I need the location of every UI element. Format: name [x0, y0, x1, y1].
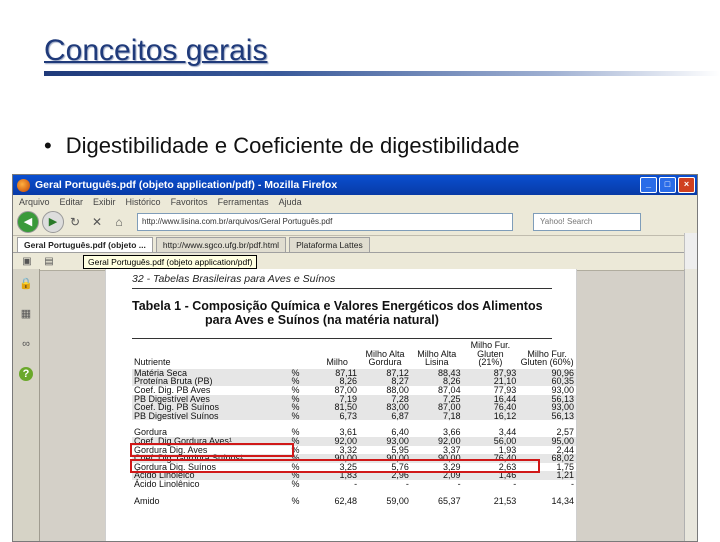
menu-item-editar[interactable]: Editar: [60, 197, 84, 207]
back-arrow-icon[interactable]: ◀: [17, 211, 39, 233]
row-unit: %: [291, 495, 300, 506]
help-icon[interactable]: ?: [19, 367, 33, 381]
table-header-rule: [132, 338, 552, 339]
menu-bar: Arquivo Editar Exibir Histórico Favorito…: [13, 195, 697, 209]
table-cell: 14,34: [551, 495, 574, 506]
page-header-rule: [132, 288, 552, 289]
slide-title: Conceitos gerais: [44, 34, 268, 67]
table-cell: 62,48: [334, 495, 358, 506]
table-row: Ácido Linolênico% - - - - -: [132, 480, 576, 489]
table-cell: 7,18: [410, 411, 463, 421]
lock-icon[interactable]: 🔒: [19, 277, 33, 291]
browser-window: Geral Português.pdf (objeto application/…: [12, 174, 698, 542]
title-rule: [44, 71, 720, 76]
row-label: PB Digestível Suínos: [132, 411, 276, 421]
table-cell: 6,87: [359, 411, 411, 421]
table-cell: 59,00: [386, 495, 409, 506]
table-row: PB Digestível Suínos% 6,73 6,87 7,18 16,12 56…: [132, 411, 576, 421]
pdf-scrollbar[interactable]: [684, 269, 697, 541]
tab-tooltip: Geral Português.pdf (objeto application/…: [83, 255, 258, 269]
home-icon[interactable]: ⌂: [111, 214, 127, 230]
pages-icon[interactable]: ▦: [19, 307, 33, 321]
tab-bar: Geral Português.pdf (objeto ... http://w…: [13, 236, 697, 253]
navigation-toolbar: ◀ ▶ ↻ ✕ ⌂ http://www.lisina.com.br/arqui…: [13, 209, 697, 236]
table-cell: 21,53: [493, 495, 517, 506]
col-header: [276, 341, 316, 369]
nutrition-table: Nutriente Milho Milho Alta Gordura Milho…: [132, 341, 576, 505]
row-unit: %: [291, 478, 300, 489]
col-header: Nutriente: [134, 357, 171, 368]
maximize-icon[interactable]: □: [659, 177, 676, 193]
stop-icon[interactable]: ✕: [89, 214, 105, 230]
menu-item-historico[interactable]: Histórico: [126, 197, 161, 207]
table-row: Amido% 62,48 59,00 65,37 21,53 14,34: [132, 495, 576, 506]
col-header: Milho Alta Lisina: [417, 348, 457, 368]
forward-arrow-icon[interactable]: ▶: [42, 211, 64, 233]
caption-line-2: para Aves e Suínos (na matéria natural): [205, 313, 439, 327]
table-cell: 6,73: [315, 411, 360, 421]
table-cell: 56,13: [518, 411, 576, 421]
highlight-box-aves: [130, 443, 294, 457]
minimize-icon[interactable]: _: [640, 177, 657, 193]
bullet-dot: •: [44, 133, 52, 158]
row-unit: %: [275, 411, 316, 421]
bullet-item: • Digestibilidade e Coeficiente de digest…: [44, 133, 519, 159]
table-cell: -: [354, 478, 358, 489]
pdf-page: 32 - Tabelas Brasileiras para Aves e Suí…: [105, 269, 577, 541]
page-header: 32 - Tabelas Brasileiras para Aves e Suí…: [132, 273, 336, 285]
table-caption: Tabela 1 - Composição Química e Valores …: [132, 299, 562, 327]
reload-icon[interactable]: ↻: [67, 214, 83, 230]
table-cell: 16,12: [462, 411, 519, 421]
table-cell: -: [571, 478, 574, 489]
url-input[interactable]: http://www.lisina.com.br/arquivos/Geral …: [137, 213, 513, 231]
binoculars-icon[interactable]: ∞: [19, 337, 33, 351]
tab-plataforma-lattes[interactable]: Plataforma Lattes: [289, 237, 370, 252]
menu-item-ajuda[interactable]: Ajuda: [279, 197, 302, 207]
table-header-row: Nutriente Milho Milho Alta Gordura Milho…: [132, 341, 576, 369]
pdf-side-panel: 🔒 ▦ ∞ ?: [13, 269, 40, 541]
table-cell: 65,37: [438, 495, 461, 506]
highlight-box-suinos: [130, 459, 540, 473]
print-icon[interactable]: ▤: [41, 254, 57, 270]
caption-line-1: Tabela 1 - Composição Química e Valores …: [132, 299, 543, 313]
row-label: Amido: [134, 495, 160, 506]
menu-item-favoritos[interactable]: Favoritos: [171, 197, 208, 207]
search-input[interactable]: Yahoo! Search: [533, 213, 641, 231]
tab-sgco[interactable]: http://www.sgco.ufg.br/pdf.html: [155, 237, 287, 252]
col-header: Milho: [326, 357, 348, 368]
tab-geral-portugues[interactable]: Geral Português.pdf (objeto ...: [17, 237, 153, 252]
window-title: Geral Português.pdf (objeto application/…: [35, 179, 338, 191]
menu-item-arquivo[interactable]: Arquivo: [19, 197, 50, 207]
col-header: Milho Fur. Gluten (21%): [470, 340, 511, 368]
save-icon[interactable]: ▣: [19, 254, 35, 270]
table-body: Matéria Seca% 87,11 87,12 88,43 87,93 90,96 Pr…: [132, 368, 576, 506]
table-cell: -: [513, 478, 517, 489]
col-header: Milho Alta Gordura: [365, 348, 405, 368]
menu-item-ferramentas[interactable]: Ferramentas: [218, 197, 269, 207]
close-icon[interactable]: ×: [678, 177, 695, 193]
bullet-text: Digestibilidade e Coeficiente de digesti…: [65, 133, 520, 158]
row-label: Ácido Linolênico: [134, 478, 200, 489]
table-cell: -: [457, 478, 461, 489]
table-cell: -: [405, 478, 409, 489]
window-titlebar: Geral Português.pdf (objeto application/…: [13, 175, 697, 195]
menu-item-exibir[interactable]: Exibir: [93, 197, 116, 207]
firefox-logo-icon: [17, 178, 30, 192]
col-header: Milho Fur. Gluten (60%): [520, 348, 574, 368]
